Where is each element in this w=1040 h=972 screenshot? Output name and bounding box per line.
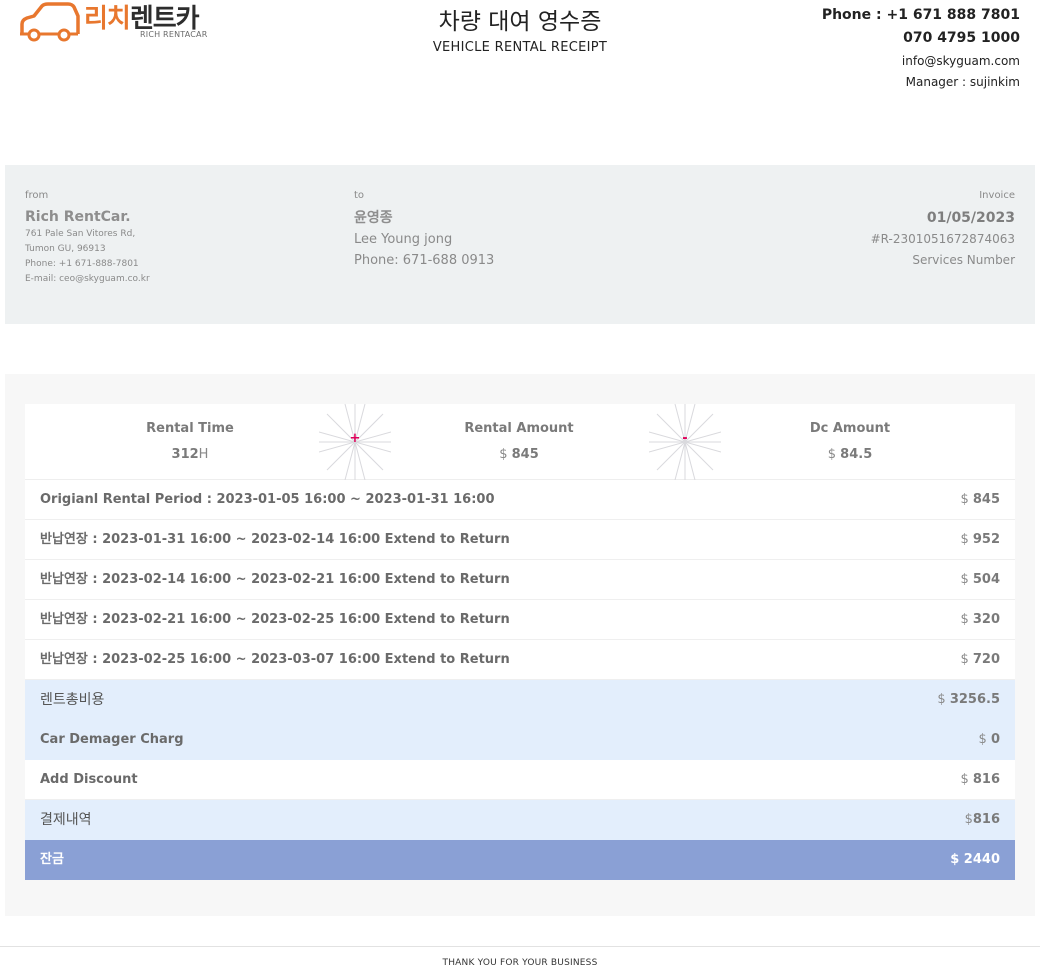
from-email: E-mail: ceo@skyguam.co.kr: [25, 274, 150, 284]
row-description: Origianl Rental Period : 2023-01-05 16:0…: [40, 492, 495, 507]
balance-label: 잔금: [40, 852, 64, 867]
damage-charge-amount: $ 0: [978, 732, 1000, 747]
discount-row: Add Discount $ 816: [25, 760, 1015, 800]
from-phone: Phone: +1 671-888-7801: [25, 259, 139, 269]
contact-email: info@skyguam.com: [901, 54, 1020, 68]
table-row: 반납연장 : 2023-02-14 16:00 ~ 2023-02-21 16:…: [25, 560, 1015, 600]
summary-bar: Rental Time 312H + Rental Amount $ 845 -…: [25, 404, 1015, 480]
payment-amount: $816: [964, 812, 1000, 827]
row-amount: $ 952: [960, 532, 1000, 547]
contact-phone-secondary: 070 4795 1000: [903, 30, 1020, 46]
row-amount: $ 845: [960, 492, 1000, 507]
row-description: 반납연장 : 2023-02-25 16:00 ~ 2023-03-07 16:…: [40, 652, 510, 667]
table-row: 반납연장 : 2023-02-21 16:00 ~ 2023-02-25 16:…: [25, 600, 1015, 640]
minus-sign: -: [682, 431, 688, 446]
from-address-line1: 761 Pale San Vitores Rd,: [25, 229, 136, 239]
from-block: from Rich RentCar. 761 Pale San Vitores …: [25, 189, 150, 287]
table-row: 반납연장 : 2023-02-25 16:00 ~ 2023-03-07 16:…: [25, 640, 1015, 680]
rental-amount-value: $ 845: [499, 447, 539, 462]
table-row: Origianl Rental Period : 2023-01-05 16:0…: [25, 480, 1015, 520]
footer-divider: [0, 946, 1040, 947]
row-description: 반납연장 : 2023-01-31 16:00 ~ 2023-02-14 16:…: [40, 532, 510, 547]
rental-amount-summary: Rental Amount $ 845: [389, 404, 649, 480]
damage-charge-row: Car Demager Charg $ 0: [25, 720, 1015, 760]
invoice-number: #R-2301051672874063: [870, 232, 1015, 246]
from-label: from: [25, 190, 49, 201]
discount-amount: $ 816: [960, 772, 1000, 787]
rental-time-value: 312H: [171, 447, 209, 462]
contact-manager: Manager : sujinkim: [905, 75, 1020, 89]
balance-amount: $ 2440: [950, 852, 1000, 867]
row-description: 반납연장 : 2023-02-14 16:00 ~ 2023-02-21 16:…: [40, 572, 510, 587]
table-row: 반납연장 : 2023-01-31 16:00 ~ 2023-02-14 16:…: [25, 520, 1015, 560]
contact-phone-primary: Phone : +1 671 888 7801: [821, 7, 1020, 23]
parties-panel: from Rich RentCar. 761 Pale San Vitores …: [5, 165, 1035, 324]
rental-time-summary: Rental Time 312H: [60, 404, 320, 480]
from-address-line2: Tumon GU, 96913: [25, 244, 106, 254]
payment-label: 결제내역: [40, 812, 92, 828]
damage-charge-label: Car Demager Charg: [40, 732, 184, 747]
details-panel: Rental Time 312H + Rental Amount $ 845 -…: [5, 374, 1035, 916]
rental-time-label: Rental Time: [146, 421, 234, 436]
services-number-label: Services Number: [912, 253, 1015, 267]
to-label: to: [354, 190, 365, 201]
receipt-card: Rental Time 312H + Rental Amount $ 845 -…: [25, 404, 1015, 880]
footer-text: THANK YOU FOR YOUR BUSINESS: [442, 958, 598, 968]
payment-row: 결제내역 $816: [25, 800, 1015, 840]
to-name-ko: 윤영종: [354, 210, 393, 226]
minus-operator: -: [649, 404, 721, 480]
rent-total-label: 렌트총비용: [40, 692, 105, 708]
rental-amount-label: Rental Amount: [464, 421, 574, 436]
invoice-date: 01/05/2023: [926, 210, 1015, 226]
dc-amount-summary: Dc Amount $ 84.5: [720, 404, 980, 480]
row-amount: $ 320: [960, 612, 1000, 627]
invoice-block: Invoice 01/05/2023 #R-2301051672874063 S…: [871, 189, 1015, 271]
dc-amount-value: $ 84.5: [827, 447, 873, 462]
plus-sign: +: [349, 431, 361, 446]
to-phone: Phone: 671-688 0913: [354, 253, 495, 268]
to-block: to 윤영종 Lee Young jong Phone: 671-688 091…: [354, 189, 494, 271]
rent-total-row: 렌트총비용 $ 3256.5: [25, 680, 1015, 720]
plus-operator: +: [319, 404, 391, 480]
row-amount: $ 504: [960, 572, 1000, 587]
balance-row: 잔금 $ 2440: [25, 840, 1015, 880]
dc-amount-label: Dc Amount: [809, 421, 891, 436]
invoice-label: Invoice: [979, 190, 1015, 201]
row-amount: $ 720: [960, 652, 1000, 667]
from-name: Rich RentCar.: [25, 209, 131, 225]
contact-block: Phone : +1 671 888 7801 070 4795 1000 in…: [822, 4, 1020, 92]
rent-total-amount: $ 3256.5: [937, 692, 1000, 707]
to-name-en: Lee Young jong: [354, 232, 453, 247]
discount-label: Add Discount: [40, 772, 138, 787]
row-description: 반납연장 : 2023-02-21 16:00 ~ 2023-02-25 16:…: [40, 612, 510, 627]
